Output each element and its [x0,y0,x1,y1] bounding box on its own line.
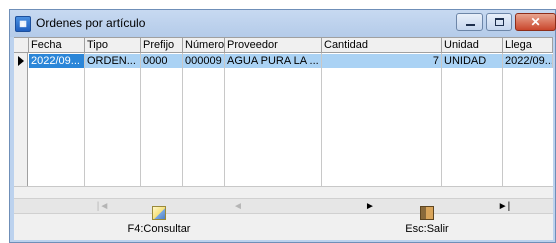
grid-header: Fecha Tipo Prefijo Número Proveedor Cant… [14,38,553,53]
consultar-button[interactable]: F4:Consultar [104,206,214,240]
column-header-numero[interactable]: Número [183,38,225,53]
column-divider [84,53,85,186]
header-indicator [14,38,29,53]
consult-icon [152,206,166,220]
table-row[interactable]: 2022/09... ORDEN... 0000 000009 AGUA PUR… [14,54,553,68]
consultar-label: F4:Consultar [127,223,191,235]
cell-proveedor[interactable]: AGUA PURA LA ... [225,54,322,68]
maximize-button[interactable] [486,13,512,31]
cell-cantidad[interactable]: 7 [322,54,442,68]
column-divider [224,53,225,186]
row-indicator-column [14,53,28,186]
minimize-icon [466,24,475,26]
cell-tipo[interactable]: ORDEN... [85,54,141,68]
salir-label: Esc:Salir [405,223,449,235]
column-divider [441,53,442,186]
orders-window: ▦ Ordenes por artículo ✕ Fecha Tipo Pref… [9,9,556,243]
orders-grid[interactable]: Fecha Tipo Prefijo Número Proveedor Cant… [14,37,553,186]
column-header-llega[interactable]: Llega [503,38,553,53]
title-bar[interactable]: ▦ Ordenes por artículo ✕ [10,10,556,37]
column-header-unidad[interactable]: Unidad [442,38,503,53]
salir-button[interactable]: Esc:Salir [372,206,482,240]
nav-prior-button[interactable]: ◄ [226,200,250,213]
cell-prefijo[interactable]: 0000 [141,54,183,68]
cell-numero[interactable]: 000009 [183,54,225,68]
button-bar: F4:Consultar Esc:Salir [14,206,553,240]
minimize-button[interactable] [456,13,483,31]
close-button[interactable]: ✕ [515,13,556,31]
column-header-cantidad[interactable]: Cantidad [322,38,442,53]
horizontal-scrollbar[interactable] [14,186,553,198]
current-row-icon [18,56,24,66]
nav-last-button[interactable]: ►| [492,200,516,213]
column-header-fecha[interactable]: Fecha [29,38,85,53]
column-divider [140,53,141,186]
window-title: Ordenes por artículo [36,16,146,30]
close-icon: ✕ [530,15,541,29]
cell-llega[interactable]: 2022/09... [503,54,553,68]
column-header-tipo[interactable]: Tipo [85,38,141,53]
cell-fecha[interactable]: 2022/09... [29,54,85,68]
column-header-prefijo[interactable]: Prefijo [141,38,183,53]
exit-door-icon [420,206,434,220]
client-area: Fecha Tipo Prefijo Número Proveedor Cant… [14,37,553,240]
app-icon: ▦ [15,16,31,32]
column-divider [502,53,503,186]
column-divider [182,53,183,186]
maximize-icon [495,18,504,26]
column-divider [321,53,322,186]
column-header-proveedor[interactable]: Proveedor [225,38,322,53]
cell-unidad[interactable]: UNIDAD [442,54,503,68]
background-strip [0,0,556,9]
